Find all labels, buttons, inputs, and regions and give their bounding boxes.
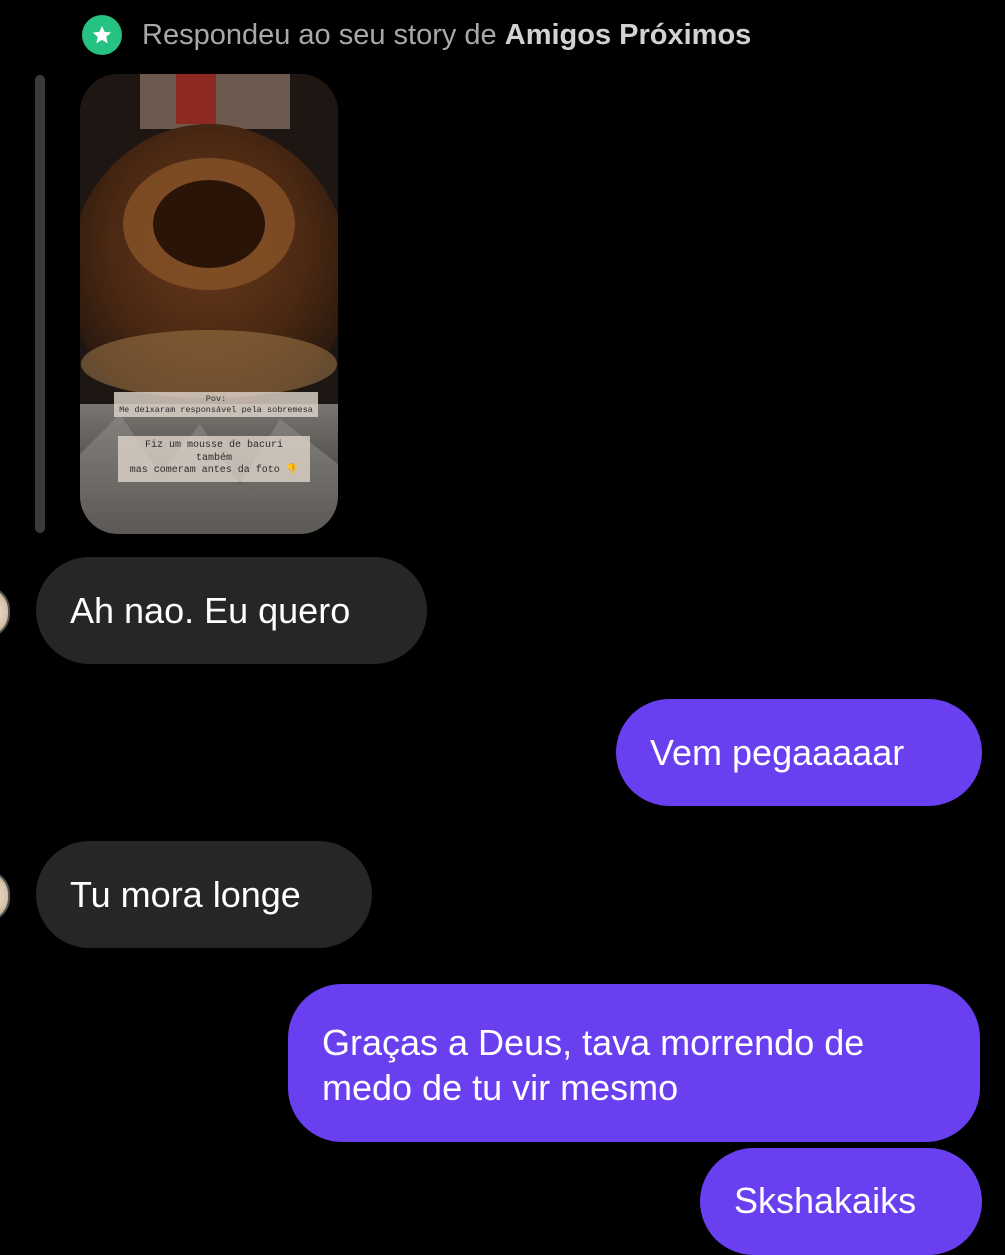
message-bubble-outgoing[interactable]: Graças a Deus, tava morrendo de medo de … [288,984,980,1142]
story-caption-line: Fiz um mousse de bacuri também [144,440,284,464]
message-bubble-incoming[interactable]: Ah nao. Eu quero [36,557,427,664]
avatar[interactable] [0,870,10,922]
story-caption-1: Pov: Me deixaram responsável pela sobrem… [114,392,318,418]
story-caption-line: Me deixaram responsável pela sobremesa [119,404,313,415]
message-text: Vem pegaaaaar [650,732,905,773]
message-text: Ah nao. Eu quero [70,590,351,631]
avatar[interactable] [0,586,10,638]
message-text: Graças a Deus, tava morrendo de medo de … [322,1022,865,1108]
message-bubble-outgoing[interactable]: Vem pegaaaaar [616,699,982,806]
message-text: Tu mora longe [70,874,301,915]
story-caption-line: mas comeram antes da foto 👎 [129,465,299,476]
star-icon [82,15,122,55]
story-reply-label: Respondeu ao seu story de Amigos Próximo… [142,19,751,52]
story-reply-prefix: Respondeu ao seu story de [142,18,505,51]
message-bubble-outgoing[interactable]: Skshakaiks [700,1148,982,1255]
close-friends-label: Amigos Próximos [504,18,752,51]
story-thumbnail[interactable]: Pov: Me deixaram responsável pela sobrem… [80,74,338,534]
story-caption-line: Pov: [205,394,227,404]
reply-thread-line [35,75,45,533]
story-caption-2: Fiz um mousse de bacuri também mas comer… [118,436,310,482]
message-text: Skshakaiks [734,1180,917,1221]
story-reply-header: Respondeu ao seu story de Amigos Próximo… [82,14,751,56]
message-bubble-incoming[interactable]: Tu mora longe [36,841,372,948]
